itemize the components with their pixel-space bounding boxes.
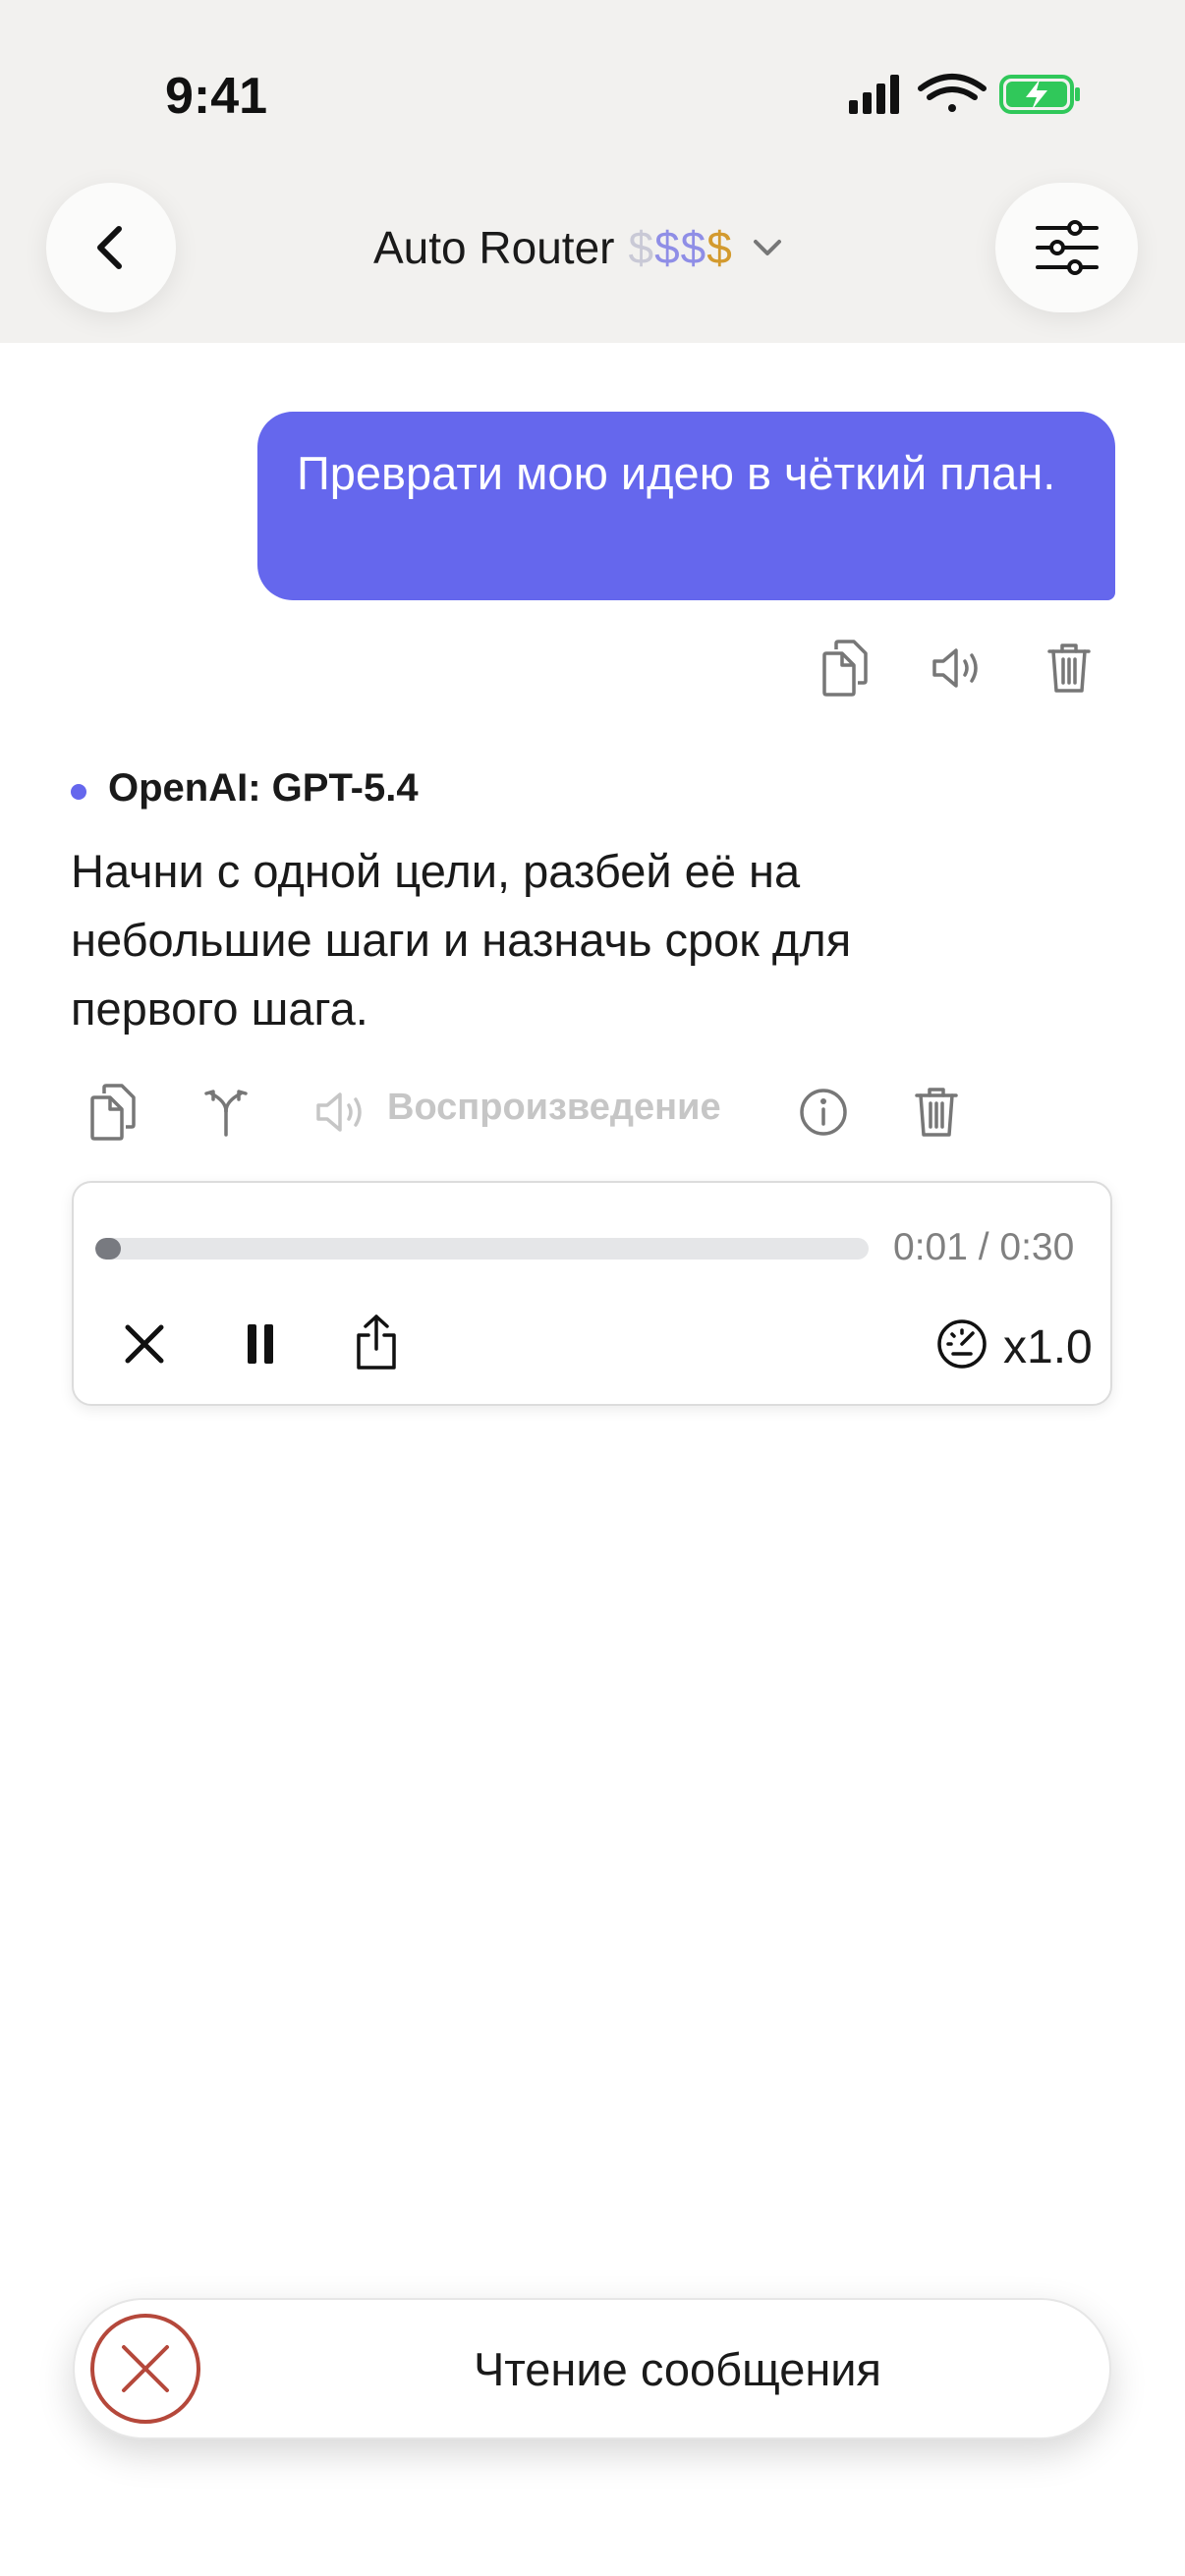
toast-message: Чтение сообщения bbox=[473, 2342, 882, 2395]
gauge-icon bbox=[937, 1319, 987, 1369]
delete-user-message-button[interactable] bbox=[1040, 639, 1099, 698]
price-symbol: $ bbox=[654, 222, 681, 273]
info-icon bbox=[800, 1089, 847, 1136]
price-symbol: $ bbox=[706, 222, 733, 273]
playback-button[interactable] bbox=[314, 1087, 369, 1138]
back-button[interactable] bbox=[46, 183, 176, 312]
chevron-down-icon bbox=[753, 240, 781, 255]
playback-speed[interactable]: x1.0 bbox=[1003, 1320, 1093, 1374]
reading-toast: Чтение сообщения bbox=[73, 2298, 1111, 2439]
speaker-icon bbox=[316, 1092, 362, 1132]
top-bar: 9:41 Auto Router $$$$ bbox=[0, 0, 1185, 343]
playback-label[interactable]: Воспроизведение bbox=[387, 1087, 721, 1129]
price-symbol: $ bbox=[680, 222, 707, 273]
branch-button[interactable] bbox=[197, 1085, 255, 1140]
wifi-icon bbox=[918, 74, 987, 112]
delete-assistant-message-button[interactable] bbox=[909, 1081, 964, 1144]
progress-fill bbox=[95, 1238, 121, 1260]
model-selector[interactable]: Auto Router $$$$ bbox=[373, 218, 784, 277]
branch-icon bbox=[204, 1090, 248, 1137]
speaker-icon bbox=[932, 648, 978, 688]
close-player-button[interactable] bbox=[113, 1313, 176, 1375]
share-icon bbox=[357, 1315, 396, 1370]
signal-icon bbox=[849, 75, 899, 114]
settings-button[interactable] bbox=[995, 183, 1138, 312]
share-button[interactable] bbox=[345, 1307, 408, 1377]
price-indicator: $$$$ bbox=[628, 221, 732, 274]
progress-track[interactable] bbox=[95, 1238, 869, 1260]
pause-button[interactable] bbox=[229, 1313, 292, 1375]
audio-player: 0:01 / 0:30 x1.0 bbox=[72, 1181, 1112, 1406]
copy-icon bbox=[822, 640, 868, 697]
playback-speed-button[interactable] bbox=[932, 1313, 991, 1375]
copy-assistant-message-button[interactable] bbox=[84, 1081, 142, 1144]
pause-icon bbox=[248, 1324, 273, 1364]
close-icon bbox=[125, 1324, 164, 1364]
sliders-icon bbox=[1035, 220, 1099, 275]
playback-time: 0:01 / 0:30 bbox=[893, 1226, 1075, 1268]
status-time: 9:41 bbox=[165, 68, 268, 125]
assistant-model-name: OpenAI: GPT-5.4 bbox=[108, 766, 419, 810]
copy-user-message-button[interactable] bbox=[816, 639, 875, 698]
speak-user-message-button[interactable] bbox=[929, 639, 988, 698]
model-indicator-dot bbox=[71, 784, 86, 800]
trash-icon bbox=[1047, 644, 1091, 693]
info-button[interactable] bbox=[796, 1085, 851, 1140]
chevron-left-icon bbox=[97, 226, 122, 269]
trash-icon bbox=[915, 1088, 958, 1137]
user-message-bubble: Преврати мою идею в чёткий план. bbox=[257, 412, 1115, 600]
price-symbol: $ bbox=[628, 222, 655, 273]
copy-icon bbox=[90, 1084, 136, 1141]
model-selector-title: Auto Router bbox=[373, 222, 615, 273]
status-icons bbox=[849, 74, 1080, 114]
battery-icon bbox=[999, 75, 1080, 114]
assistant-message-text: Начни с одной цели, разбей её на небольш… bbox=[71, 845, 852, 1035]
